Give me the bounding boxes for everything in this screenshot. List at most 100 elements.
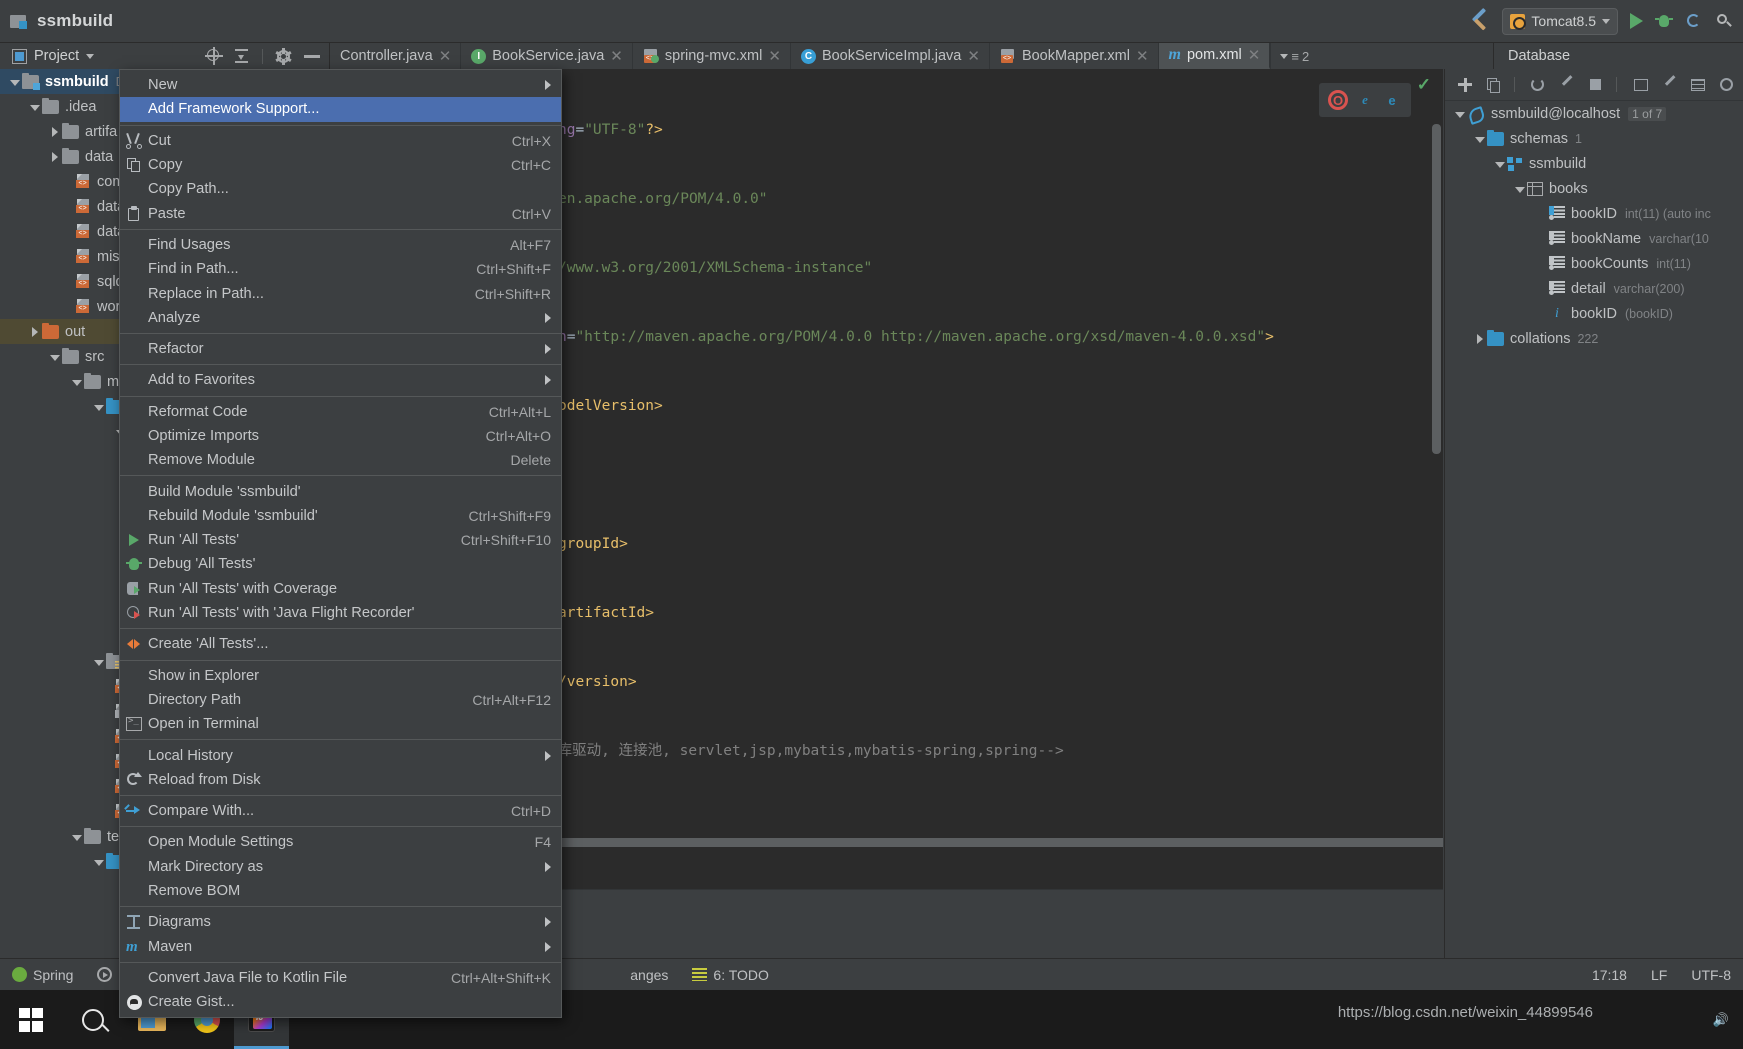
menu-item-build-module[interactable]: Build Module 'ssmbuild' <box>120 479 561 503</box>
chevron-right-icon[interactable] <box>28 325 42 339</box>
menu-item-remove-bom[interactable]: Remove BOM <box>120 879 561 903</box>
chevron-down-icon[interactable] <box>70 375 84 389</box>
menu-item-find-usages[interactable]: Find Usages Alt+F7 <box>120 233 561 257</box>
chevron-down-icon[interactable] <box>92 655 106 669</box>
close-icon[interactable]: ✕ <box>1248 48 1261 63</box>
locate-file-icon[interactable] <box>205 47 223 65</box>
tab-overflow-button[interactable]: ≡ 2 <box>1270 43 1318 69</box>
db-node-column-bookcounts[interactable]: bookCounts int(11) <box>1445 251 1743 276</box>
chevron-down-icon[interactable] <box>8 75 22 89</box>
menu-item-create-all-tests[interactable]: Create 'All Tests'... <box>120 632 561 656</box>
menu-item-mark-directory-as[interactable]: Mark Directory as <box>120 855 561 879</box>
refresh-icon[interactable] <box>1529 76 1545 94</box>
db-node-column-bookid[interactable]: bookID int(11) (auto inc <box>1445 201 1743 226</box>
chevron-down-icon[interactable] <box>92 400 106 414</box>
rerun-icon[interactable] <box>1685 12 1703 30</box>
db-node-schemas[interactable]: schemas 1 <box>1445 126 1743 151</box>
chevron-down-icon[interactable] <box>86 53 95 59</box>
menu-item-open-in-terminal[interactable]: Open in Terminal <box>120 712 561 736</box>
editor-vertical-scrollbar[interactable] <box>1432 124 1441 454</box>
hide-panel-icon[interactable] <box>304 54 320 58</box>
menu-item-create-gist[interactable]: Create Gist... <box>120 990 561 1014</box>
menu-item-find-in-path[interactable]: Find in Path... Ctrl+Shift+F <box>120 257 561 281</box>
status-changes[interactable]: anges <box>618 967 680 983</box>
menu-item-cut[interactable]: Cut Ctrl+X <box>120 129 561 153</box>
menu-item-convert-java-to-kotlin[interactable]: Convert Java File to Kotlin File Ctrl+Al… <box>120 966 561 990</box>
ie-icon[interactable]: e <box>1355 90 1375 110</box>
chevron-down-icon[interactable] <box>1493 157 1507 171</box>
stop-icon[interactable] <box>1587 76 1602 94</box>
close-icon[interactable]: ✕ <box>768 49 781 64</box>
run-configuration-selector[interactable]: Tomcat8.5 <box>1502 7 1618 35</box>
settings-gear-icon[interactable] <box>1718 76 1734 94</box>
menu-item-refactor[interactable]: Refactor <box>120 337 561 361</box>
search-icon[interactable] <box>1715 12 1733 30</box>
browser-preview-bar[interactable]: O e e <box>1319 83 1411 117</box>
status-line-separator[interactable]: LF <box>1639 967 1679 983</box>
database-tool-window-tab[interactable]: Database <box>1493 43 1743 69</box>
menu-item-show-in-explorer[interactable]: Show in Explorer <box>120 664 561 688</box>
edit-icon[interactable] <box>1661 74 1675 94</box>
status-caret-position[interactable]: 17:18 <box>1580 967 1639 983</box>
chevron-down-icon[interactable] <box>70 830 84 844</box>
db-node-column-detail[interactable]: detail varchar(200) <box>1445 276 1743 301</box>
chevron-down-icon[interactable] <box>1513 182 1527 196</box>
table-editor-icon[interactable] <box>1632 76 1648 94</box>
database-tool-window[interactable]: ssmbuild@localhost 1 of 7 schemas 1 ssmb… <box>1444 69 1743 958</box>
run-query-icon[interactable] <box>1558 74 1573 94</box>
context-menu[interactable]: New Add Framework Support... Cut Ctrl+X … <box>119 69 562 1019</box>
inspection-ok-icon[interactable]: ✓ <box>1417 75 1431 95</box>
chevron-down-icon[interactable] <box>92 855 106 869</box>
opera-icon[interactable]: O <box>1328 90 1348 110</box>
gear-icon[interactable] <box>275 47 292 65</box>
menu-item-run-with-coverage[interactable]: Run 'All Tests' with Coverage <box>120 577 561 601</box>
close-icon[interactable]: ✕ <box>610 49 623 64</box>
db-node-index-bookid[interactable]: i bookID (bookID) <box>1445 301 1743 326</box>
db-node-table-books[interactable]: books <box>1445 176 1743 201</box>
db-node-connection[interactable]: ssmbuild@localhost 1 of 7 <box>1445 101 1743 126</box>
cortana-search-button[interactable] <box>62 990 124 1049</box>
menu-item-paste[interactable]: Paste Ctrl+V <box>120 201 561 225</box>
menu-item-replace-in-path[interactable]: Replace in Path... Ctrl+Shift+R <box>120 281 561 305</box>
close-icon[interactable]: ✕ <box>439 49 452 64</box>
grid-icon[interactable] <box>1689 76 1706 94</box>
editor-tab-bookserviceimpl-java[interactable]: C BookServiceImpl.java ✕ <box>791 43 990 69</box>
menu-item-run-all-tests[interactable]: Run 'All Tests' Ctrl+Shift+F10 <box>120 528 561 552</box>
menu-item-add-to-favorites[interactable]: Add to Favorites <box>120 368 561 392</box>
chevron-right-icon[interactable] <box>48 125 62 139</box>
chevron-down-icon[interactable] <box>48 350 62 364</box>
menu-item-run-with-jfr[interactable]: Run 'All Tests' with 'Java Flight Record… <box>120 601 561 625</box>
menu-item-debug-all-tests[interactable]: Debug 'All Tests' <box>120 552 561 576</box>
editor-tab-bookservice-java[interactable]: I BookService.java ✕ <box>461 43 633 69</box>
menu-item-reload-from-disk[interactable]: Reload from Disk <box>120 768 561 792</box>
menu-item-reformat-code[interactable]: Reformat Code Ctrl+Alt+L <box>120 400 561 424</box>
menu-item-diagrams[interactable]: Diagrams <box>120 910 561 934</box>
db-node-column-bookname[interactable]: bookName varchar(10 <box>1445 226 1743 251</box>
chevron-down-icon[interactable] <box>28 100 42 114</box>
chevron-down-icon[interactable] <box>1453 107 1467 121</box>
editor-tab-controller-java[interactable]: Controller.java ✕ <box>330 43 462 69</box>
menu-item-maven[interactable]: m Maven <box>120 935 561 959</box>
menu-item-local-history[interactable]: Local History <box>120 743 561 767</box>
menu-item-copy-path[interactable]: Copy Path... <box>120 177 561 201</box>
run-icon[interactable] <box>1630 13 1643 29</box>
editor-tab-pom-xml[interactable]: m pom.xml ✕ <box>1158 43 1271 69</box>
editor-tab-spring-mvc-xml[interactable]: <> spring-mvc.xml ✕ <box>633 43 791 69</box>
edge-icon[interactable]: e <box>1382 90 1402 110</box>
editor-horizontal-scrollbar[interactable] <box>531 838 1443 847</box>
status-encoding[interactable]: UTF-8 <box>1679 967 1743 983</box>
menu-item-rebuild-module[interactable]: Rebuild Module 'ssmbuild' Ctrl+Shift+F9 <box>120 504 561 528</box>
project-tool-window-tab[interactable]: Project <box>0 48 95 64</box>
editor-tab-bookmapper-xml[interactable]: <> BookMapper.xml ✕ <box>990 43 1159 69</box>
add-datasource-icon[interactable] <box>1456 76 1472 94</box>
menu-item-compare-with[interactable]: Compare With... Ctrl+D <box>120 799 561 823</box>
close-icon[interactable]: ✕ <box>967 49 980 64</box>
chevron-down-icon[interactable] <box>1473 132 1487 146</box>
menu-item-analyze[interactable]: Analyze <box>120 306 561 330</box>
status-todo[interactable]: 6: TODO <box>680 967 781 983</box>
chevron-right-icon[interactable] <box>48 150 62 164</box>
build-hammer-icon[interactable] <box>1468 7 1490 32</box>
menu-item-optimize-imports[interactable]: Optimize Imports Ctrl+Alt+O <box>120 424 561 448</box>
tray-speaker-icon[interactable]: 🔊 <box>1713 1012 1729 1028</box>
status-spring[interactable]: Spring <box>0 967 85 983</box>
